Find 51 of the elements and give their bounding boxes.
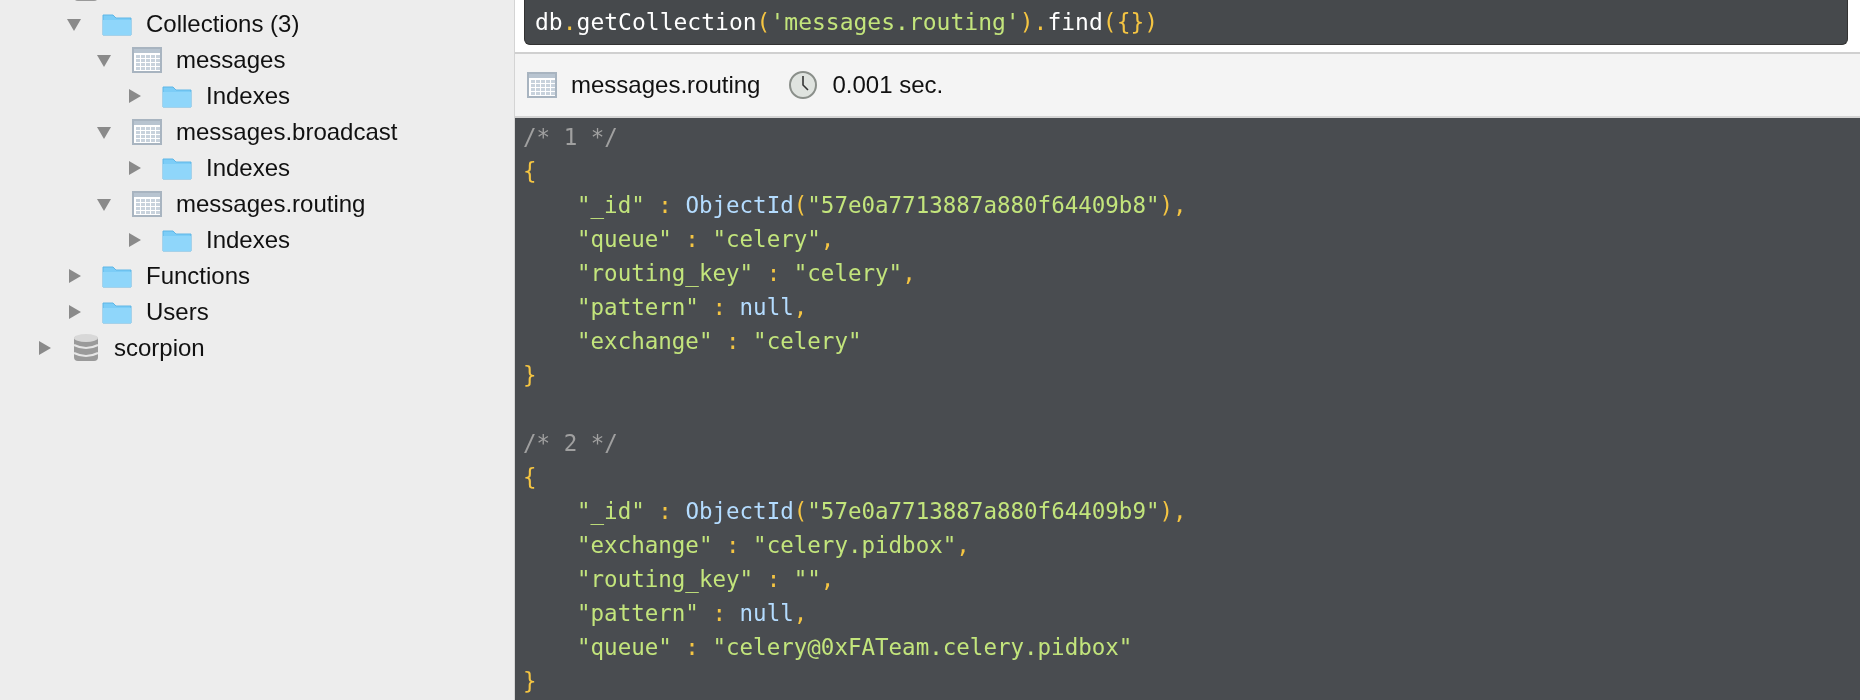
- tree-item[interactable]: Collections (3): [146, 10, 300, 38]
- brace: }: [523, 667, 537, 696]
- comment: /* 2 */: [523, 429, 618, 458]
- table-icon: [527, 72, 557, 98]
- code-line: "pattern" : null,: [577, 293, 808, 322]
- table-icon: [132, 119, 162, 145]
- tree-item[interactable]: Users: [146, 298, 209, 326]
- table-icon: [132, 47, 162, 73]
- clock-icon: [788, 70, 819, 100]
- query-editor[interactable]: db.getCollection('messages.routing').find({}): [524, 0, 1848, 45]
- database-icon: [72, 333, 100, 363]
- brace: {: [523, 157, 537, 186]
- code-line: "queue" : "celery@0xFATeam.celery.pidbox": [577, 633, 1133, 662]
- disclosure-triangle-icon[interactable]: [66, 16, 82, 32]
- tree-item[interactable]: messages.routing: [176, 190, 366, 218]
- code-line: "exchange" : "celery.pidbox",: [577, 531, 970, 560]
- tree-item[interactable]: Functions: [146, 262, 251, 290]
- disclosure-triangle-icon[interactable]: [96, 196, 112, 212]
- code-line: "_id" : ObjectId("57e0a7713887a880f64409b9"),: [577, 497, 1187, 527]
- query-time: 0.001 sec.: [832, 71, 944, 99]
- disclosure-triangle-icon[interactable]: [96, 124, 112, 140]
- tree-item[interactable]: Indexes: [206, 82, 291, 110]
- table-icon: [132, 191, 162, 217]
- folder-icon: [162, 156, 192, 180]
- brace: {: [523, 463, 537, 492]
- tree-item[interactable]: Indexes: [206, 226, 291, 254]
- disclosure-triangle-icon[interactable]: [126, 160, 142, 176]
- code-line: "pattern" : null,: [577, 599, 808, 628]
- code-line: "routing_key" : "celery",: [577, 259, 916, 289]
- folder-icon: [162, 84, 192, 108]
- code-line: "queue" : "celery",: [577, 225, 835, 254]
- disclosure-triangle-icon[interactable]: [66, 304, 82, 320]
- disclosure-triangle-icon[interactable]: [36, 340, 52, 356]
- folder-icon: [102, 12, 132, 36]
- tree-item[interactable]: scorpion: [114, 334, 205, 362]
- tree-item[interactable]: Indexes: [206, 154, 291, 182]
- tree-item[interactable]: messages.broadcast: [176, 118, 398, 146]
- tree-item[interactable]: messages: [176, 46, 286, 74]
- disclosure-triangle-icon[interactable]: [126, 232, 142, 248]
- folder-icon: [162, 228, 192, 252]
- folder-icon: [102, 264, 132, 288]
- comment: /* 1 */: [523, 123, 618, 152]
- disclosure-triangle-icon[interactable]: [96, 52, 112, 68]
- code-line: "routing_key" : "",: [577, 565, 835, 595]
- disclosure-triangle-icon[interactable]: [126, 88, 142, 104]
- brace: }: [523, 361, 537, 390]
- code-line: "exchange" : "celery": [577, 327, 862, 356]
- folder-icon: [102, 300, 132, 324]
- code-line: "_id" : ObjectId("57e0a7713887a880f64409b8"),: [577, 191, 1187, 221]
- collection-name: messages.routing: [571, 71, 761, 99]
- disclosure-triangle-icon[interactable]: [66, 268, 82, 284]
